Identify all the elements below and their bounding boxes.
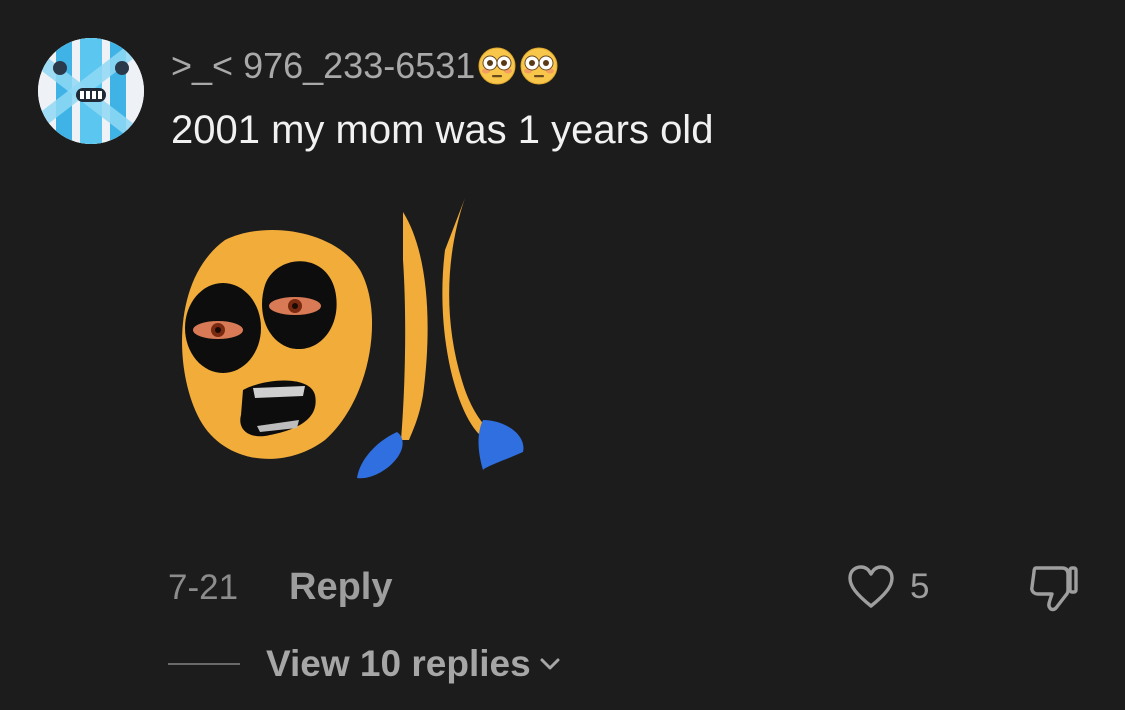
username-text: >_< 976_233-6531: [171, 45, 476, 86]
dislike-button[interactable]: [1026, 562, 1080, 614]
comment-timestamp: 7-21: [168, 568, 239, 607]
thumbs-down-icon: [1026, 562, 1080, 614]
avatar[interactable]: [38, 38, 144, 144]
flushed-face-emoji: [477, 46, 517, 86]
replies-divider: [168, 663, 240, 665]
flushed-face-emoji: [519, 46, 559, 86]
like-count: 5: [910, 567, 930, 606]
comment-text: 2001 my mom was 1 years old: [171, 108, 714, 152]
comment-actions: 7-21 Reply 5: [168, 562, 1085, 612]
heart-outline-icon: [846, 564, 896, 610]
comment-sticker-image[interactable]: [165, 190, 535, 490]
view-replies-button[interactable]: View 10 replies: [266, 643, 563, 685]
comment-username[interactable]: >_< 976_233-6531: [171, 44, 559, 88]
reply-button[interactable]: Reply: [289, 566, 392, 609]
chevron-down-icon: [540, 658, 560, 670]
view-replies-row: View 10 replies: [168, 640, 563, 688]
view-replies-label: View 10 replies: [266, 643, 531, 684]
like-button[interactable]: 5: [846, 562, 929, 612]
